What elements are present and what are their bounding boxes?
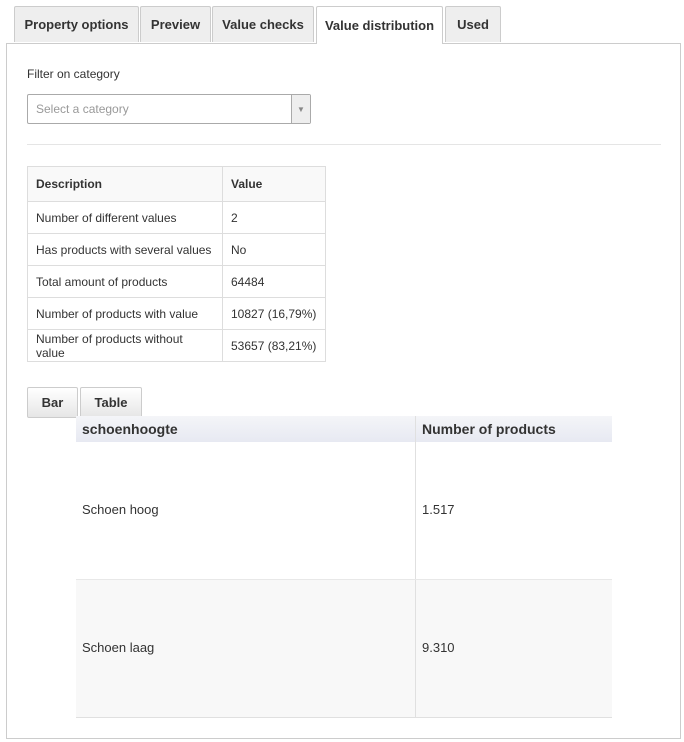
table-header-row: Description Value	[27, 166, 326, 202]
table-row: Total amount of products 64484	[27, 265, 326, 298]
category-select[interactable]: Select a category ▼	[27, 94, 311, 124]
distribution-header-row: schoenhoogte Number of products	[76, 416, 612, 442]
divider	[76, 717, 612, 718]
stat-description: Number of products without value	[27, 329, 223, 362]
select-arrow-button[interactable]: ▼	[291, 95, 310, 123]
stat-description: Total amount of products	[27, 265, 223, 298]
stat-value: 10827 (16,79%)	[222, 297, 326, 330]
stat-value: 64484	[222, 265, 326, 298]
distribution-count: 1.517	[422, 502, 455, 517]
column-header-property: schoenhoogte	[82, 421, 178, 437]
column-separator	[415, 580, 416, 717]
column-separator	[415, 416, 416, 442]
table-row: Number of products with value 10827 (16,…	[27, 297, 326, 330]
chevron-down-icon: ▼	[297, 104, 305, 114]
table-row: Schoen hoog 1.517	[76, 442, 612, 579]
tab-preview[interactable]: Preview	[140, 6, 211, 42]
stat-value: 2	[222, 201, 326, 234]
table-view-button[interactable]: Table	[80, 387, 142, 418]
tab-value-checks[interactable]: Value checks	[212, 6, 314, 42]
column-header-description: Description	[27, 166, 223, 202]
divider	[27, 144, 661, 145]
table-row: Schoen laag 9.310	[76, 579, 612, 717]
value-distribution-panel: Filter on category Select a category ▼ D…	[6, 43, 681, 739]
column-header-value: Value	[222, 166, 326, 202]
distribution-table: schoenhoogte Number of products Schoen h…	[76, 416, 612, 718]
distribution-value: Schoen laag	[82, 640, 155, 655]
filter-label: Filter on category	[27, 67, 120, 81]
statistics-table: Description Value Number of different va…	[27, 166, 326, 362]
distribution-count: 9.310	[422, 640, 455, 655]
table-row: Number of products without value 53657 (…	[27, 329, 326, 362]
column-header-count: Number of products	[422, 421, 556, 437]
stat-description: Number of different values	[27, 201, 223, 234]
column-separator	[415, 442, 416, 579]
stat-description: Number of products with value	[27, 297, 223, 330]
tab-property-options[interactable]: Property options	[14, 6, 139, 42]
distribution-value: Schoen hoog	[82, 502, 159, 517]
stat-value: 53657 (83,21%)	[222, 329, 326, 362]
category-select-placeholder: Select a category	[36, 102, 129, 116]
stat-description: Has products with several values	[27, 233, 223, 266]
table-row: Number of different values 2	[27, 201, 326, 234]
stat-value: No	[222, 233, 326, 266]
bar-view-button[interactable]: Bar	[27, 387, 78, 418]
table-row: Has products with several values No	[27, 233, 326, 266]
tab-used[interactable]: Used	[445, 6, 501, 42]
tab-value-distribution[interactable]: Value distribution	[316, 6, 443, 44]
